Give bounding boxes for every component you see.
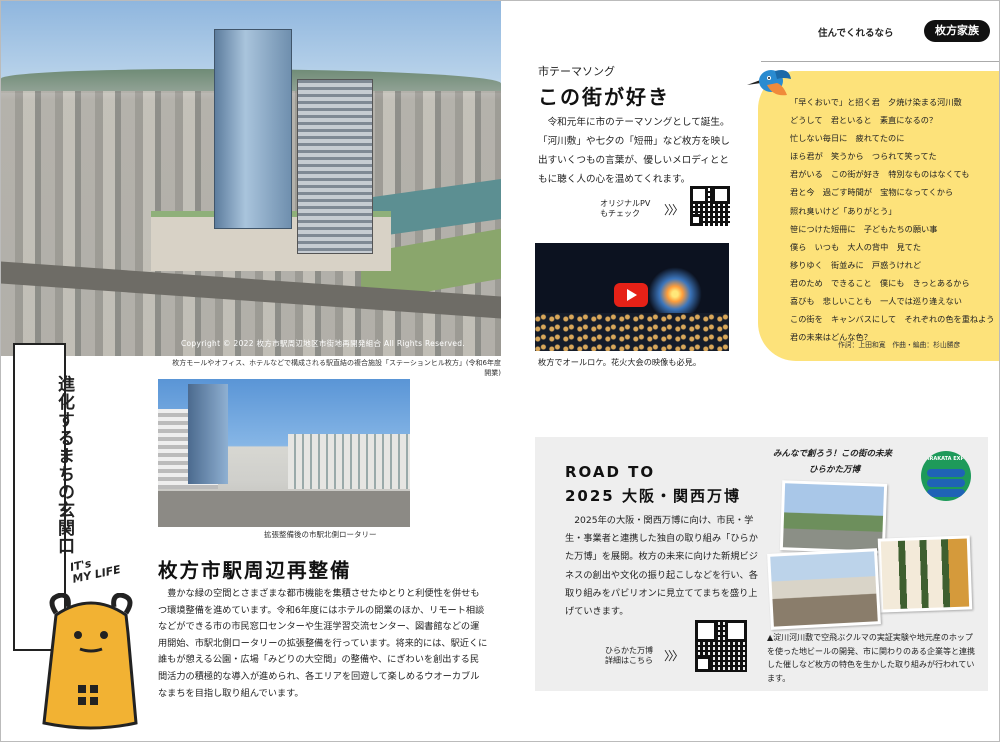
brochure-spread: Copyright © 2022 枚方市駅周辺地区市街地再開発組合 All Ri… bbox=[0, 0, 1000, 742]
north-rotary-photo bbox=[158, 379, 410, 527]
header-text: 住んでくれるなら bbox=[818, 28, 894, 39]
mascot-slogan: IT's MY LIFE bbox=[69, 552, 122, 586]
glass-tower bbox=[214, 29, 292, 229]
header-rule bbox=[761, 61, 999, 62]
expo-qr-label-line2: 詳細はこちら bbox=[605, 656, 653, 665]
station-hill-rendering: Copyright © 2022 枚方市駅周辺地区市街地再開発組合 All Ri… bbox=[1, 1, 501, 356]
logo-wave-icon bbox=[927, 479, 965, 487]
hirakata-expo-logo: HIRAKATA EXPO bbox=[921, 451, 971, 501]
expo-body: 2025年の大阪・関西万博に向け、市民・学生・事業者と連携した独自の取り組み「ひ… bbox=[565, 515, 758, 618]
expo-slogan-name: ひらかた万博 bbox=[809, 465, 861, 475]
pv-label-line2: もチェック bbox=[600, 209, 640, 218]
photo2-caption: 拡張整備後の市駅北側ロータリー bbox=[264, 530, 377, 539]
expo-slogan: みんなで創ろう！この街の未来 bbox=[773, 449, 893, 459]
event-crowd-photo bbox=[767, 548, 881, 630]
section-body: 豊かな緑の空間とさまざまな都市機能を集積させたゆとりと利便性を併せもつ環境整備を… bbox=[158, 588, 488, 699]
video-thumbnail[interactable] bbox=[535, 243, 729, 351]
play-icon[interactable] bbox=[614, 283, 648, 307]
pv-arrow-icon: 〉〉〉 bbox=[664, 203, 684, 217]
song-title: この街が好き bbox=[538, 85, 670, 109]
pv-label: オリジナルPV もチェック bbox=[600, 199, 650, 219]
night-city-lights bbox=[535, 313, 729, 351]
expo-qr-label: ひらかた万博 詳細はこちら bbox=[605, 646, 653, 666]
song-body: 令和元年に市のテーマソングとして誕生。「河川敷」や七夕の「短冊」など枚方を映し出… bbox=[538, 117, 730, 185]
song-subtitle: 市テーマソング bbox=[538, 65, 615, 78]
section-title: 枚方市駅周辺再整備 bbox=[158, 559, 352, 582]
expo-logo-text: HIRAKATA EXPO bbox=[923, 456, 969, 462]
craft-beer-photo bbox=[877, 535, 973, 613]
expo-title-line2: 2025 大阪・関西万博 bbox=[565, 487, 741, 505]
pv-label-line1: オリジナルPV bbox=[600, 199, 651, 208]
photo-station bbox=[288, 434, 410, 489]
song-credits: 作詞：上田和寛 作曲・編曲：杉山勝彦 bbox=[838, 341, 961, 349]
logo-wave-icon bbox=[927, 489, 965, 497]
pv-qr-code-icon[interactable] bbox=[690, 186, 730, 226]
kingfisher-icon bbox=[747, 70, 791, 96]
photo-tower bbox=[188, 384, 228, 484]
logo-wave-icon bbox=[927, 469, 965, 477]
vertical-title: 進化するまちの玄関口 bbox=[54, 375, 74, 555]
expo-qr-code-icon[interactable] bbox=[695, 620, 747, 672]
header-badge: 枚方家族 bbox=[924, 20, 990, 42]
song-lyrics: 「早くおいで」と招く君 夕焼け染まる河川敷 どうして 君といると 素直になるの？… bbox=[790, 97, 995, 343]
expo-title-line1: ROAD TO bbox=[565, 463, 656, 481]
hero-copyright: Copyright © 2022 枚方市駅周辺地区市街地再開発組合 All Ri… bbox=[181, 339, 465, 348]
photo-rotary-road bbox=[158, 491, 410, 527]
expo-qr-label-line1: ひらかた万博 bbox=[605, 646, 653, 655]
expo-arrow-icon: 〉〉〉 bbox=[664, 649, 684, 663]
residential-tower bbox=[297, 79, 373, 254]
video-caption: 枚方でオールロケ。花火大会の映像も必見。 bbox=[538, 357, 702, 367]
flying-car-photo bbox=[779, 480, 888, 554]
mascot-character bbox=[42, 593, 138, 730]
expo-photo-caption: ▲淀川河川敷で空飛ぶクルマの実証実験や地元産のホップを使った地ビールの開発、市に… bbox=[767, 633, 975, 683]
hero-caption: 枚方モールやオフィス、ホテルなどで構成される駅直結の複合施設「ステーションヒル枚… bbox=[172, 359, 501, 377]
